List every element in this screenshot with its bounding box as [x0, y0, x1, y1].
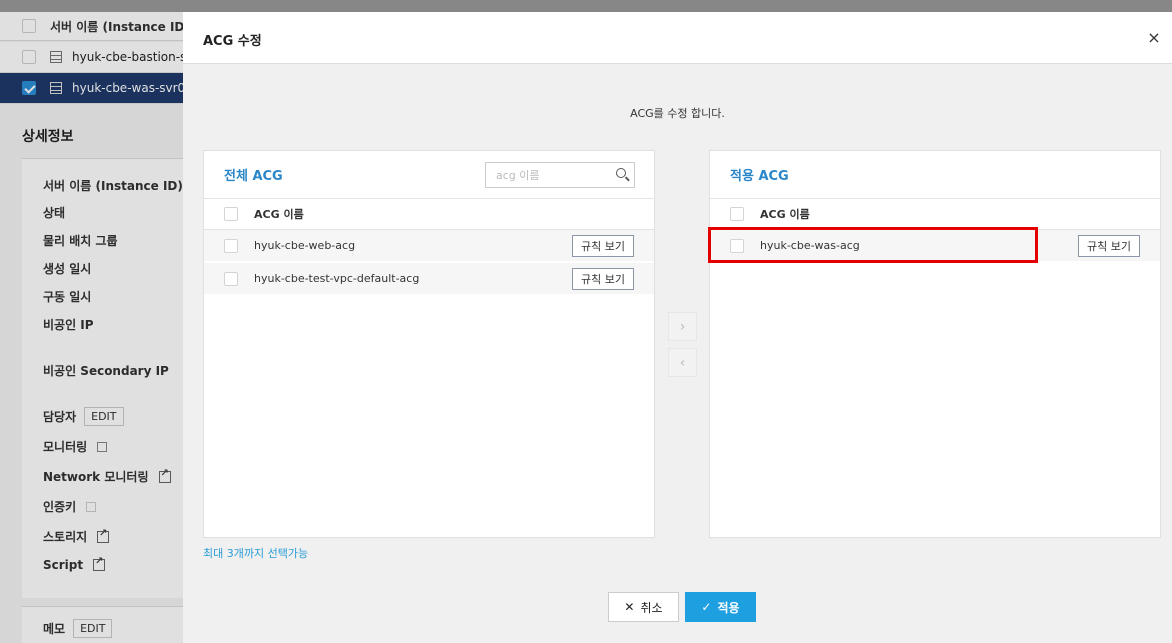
- acg-name: hyuk-cbe-web-acg: [254, 239, 356, 252]
- acg-row-checkbox[interactable]: [224, 271, 238, 286]
- all-acg-panel: 전체 ACG ACG 이름 hyuk-cbe-web-acg 규칙 보기 hyu…: [203, 150, 655, 538]
- view-rules-button[interactable]: 규칙 보기: [572, 234, 634, 257]
- move-left-button[interactable]: ‹: [668, 348, 697, 377]
- close-icon[interactable]: ×: [1146, 28, 1162, 47]
- acg-search-input[interactable]: [486, 168, 606, 182]
- modal-description: ACG를 수정 합니다.: [630, 107, 725, 120]
- view-rules-button[interactable]: 규칙 보기: [1078, 234, 1140, 257]
- view-rules-button[interactable]: 규칙 보기: [572, 267, 634, 290]
- modal-title: ACG 수정: [203, 34, 262, 49]
- acg-row-checkbox[interactable]: [224, 238, 238, 253]
- check-icon: ✓: [701, 600, 712, 614]
- cancel-button[interactable]: ✕ 취소: [608, 592, 679, 622]
- applied-acg-table-header: ACG 이름: [710, 198, 1160, 230]
- acg-search-box: [485, 162, 635, 188]
- applied-acg-select-all-checkbox[interactable]: [730, 207, 744, 221]
- all-acg-table-header: ACG 이름: [204, 198, 654, 230]
- all-acg-title: 전체 ACG: [224, 169, 283, 184]
- acg-name-column-header: ACG 이름: [254, 208, 304, 221]
- acg-list-item[interactable]: hyuk-cbe-web-acg 규칙 보기: [204, 230, 654, 262]
- acg-list-item[interactable]: hyuk-cbe-test-vpc-default-acg 규칙 보기: [204, 263, 654, 295]
- acg-edit-modal: ACG 수정 × ACG를 수정 합니다. 전체 ACG ACG 이름 hyuk…: [183, 12, 1172, 643]
- applied-acg-title: 적용 ACG: [730, 169, 789, 184]
- applied-acg-panel: 적용 ACG ACG 이름 hyuk-cbe-was-acg 규칙 보기: [708, 150, 1161, 538]
- max-selection-note: 최대 3개까지 선택가능: [203, 547, 309, 560]
- search-icon[interactable]: [616, 168, 626, 178]
- close-icon: ✕: [624, 600, 635, 614]
- modal-header: ACG 수정 ×: [183, 12, 1172, 64]
- cancel-label: 취소: [640, 600, 663, 615]
- acg-name-column-header: ACG 이름: [760, 208, 810, 221]
- move-right-button[interactable]: ›: [668, 312, 697, 341]
- all-acg-select-all-checkbox[interactable]: [224, 207, 238, 221]
- highlight-box: [708, 227, 1038, 263]
- apply-button[interactable]: ✓ 적용: [685, 592, 756, 622]
- acg-name: hyuk-cbe-test-vpc-default-acg: [254, 272, 420, 285]
- apply-label: 적용: [717, 600, 740, 615]
